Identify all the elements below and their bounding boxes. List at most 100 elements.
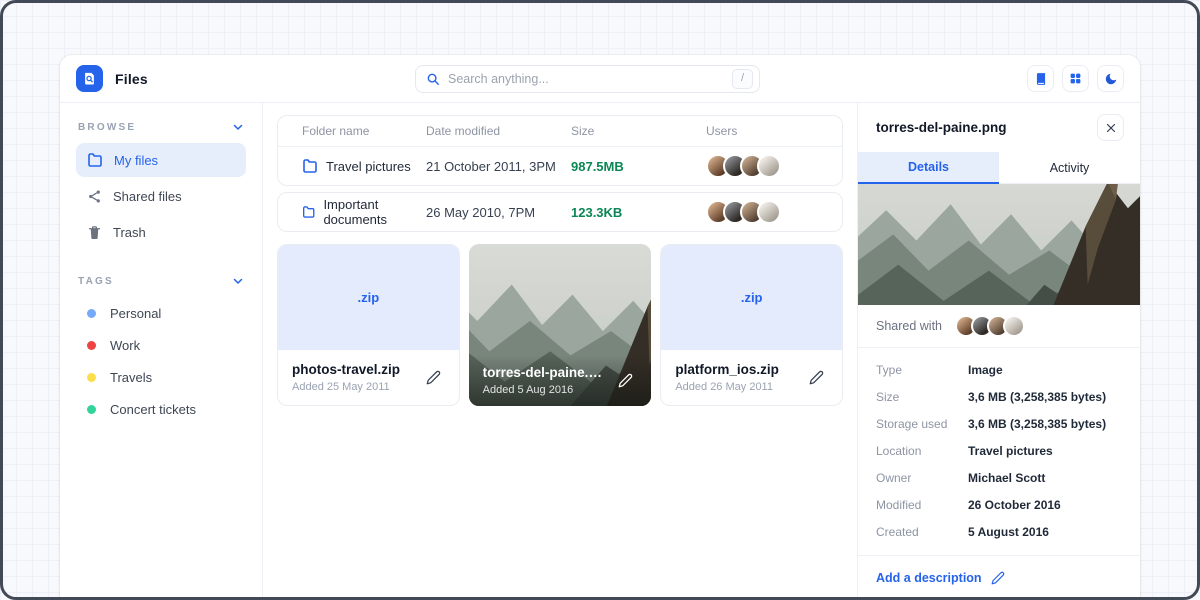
detail-row-size: Size 3,6 MB (3,258,385 bytes) [876, 383, 1122, 410]
files-app-window: Files / [60, 55, 1140, 600]
moon-icon [1104, 72, 1118, 86]
detail-value: Image [968, 363, 1122, 377]
column-header-folder-name: Folder name [302, 124, 426, 138]
sidebar-item-trash[interactable]: Trash [76, 215, 246, 249]
browse-label: BROWSE [78, 122, 136, 133]
pencil-icon [426, 370, 441, 385]
dark-mode-button[interactable] [1097, 65, 1124, 92]
details-panel-header: torres-del-paine.png [858, 103, 1140, 152]
detail-label: Type [876, 363, 968, 377]
tag-item-concert-tickets[interactable]: Concert tickets [76, 393, 246, 425]
detail-value: Travel pictures [968, 444, 1122, 458]
file-name: torres-del-paine.png [483, 365, 607, 380]
shared-with-label: Shared with [876, 319, 942, 333]
details-panel: torres-del-paine.png Details Activity Sh… [857, 103, 1140, 600]
detail-label: Owner [876, 471, 968, 485]
book-button[interactable] [1027, 65, 1054, 92]
file-name: platform_ios.zip [675, 362, 797, 377]
file-added-date: Added 5 Aug 2016 [483, 384, 607, 396]
table-row[interactable]: Important documents 26 May 2010, 7PM 123… [278, 193, 842, 231]
avatar [757, 154, 781, 178]
detail-row-created: Created 5 August 2016 [876, 518, 1122, 545]
edit-file-button[interactable] [422, 366, 445, 389]
topbar-actions [1027, 65, 1124, 92]
tags-label: TAGS [78, 276, 114, 287]
share-icon [87, 189, 102, 204]
tag-item-personal[interactable]: Personal [76, 297, 246, 329]
avatar [1003, 315, 1025, 337]
date-modified: 21 October 2011, 3PM [426, 159, 571, 174]
edit-file-button[interactable] [805, 366, 828, 389]
grid-view-button[interactable] [1062, 65, 1089, 92]
sidebar: BROWSE My files Sh [60, 103, 263, 600]
zip-preview: .zip [278, 245, 459, 350]
detail-row-type: Type Image [876, 356, 1122, 383]
tag-color-dot [87, 309, 96, 318]
edit-file-button[interactable] [614, 369, 637, 392]
tag-color-dot [87, 341, 96, 350]
file-added-date: Added 26 May 2011 [675, 381, 797, 393]
detail-row-storage-used: Storage used 3,6 MB (3,258,385 bytes) [876, 410, 1122, 437]
search-icon [426, 72, 440, 86]
tag-label: Work [110, 338, 140, 353]
main-content: Folder name Date modified Size Users Tra… [263, 103, 857, 600]
detail-value: 5 August 2016 [968, 525, 1122, 539]
table-row[interactable]: Travel pictures 21 October 2011, 3PM 987… [278, 147, 842, 185]
user-avatars [706, 200, 818, 224]
chevron-down-icon[interactable] [232, 121, 244, 133]
detail-row-location: Location Travel pictures [876, 437, 1122, 464]
file-details-list: Type Image Size 3,6 MB (3,258,385 bytes)… [858, 348, 1140, 556]
tag-color-dot [87, 373, 96, 382]
browse-section-header: BROWSE [78, 121, 244, 133]
zip-badge: .zip [357, 290, 379, 305]
tag-item-work[interactable]: Work [76, 329, 246, 361]
tab-activity[interactable]: Activity [999, 152, 1140, 184]
detail-row-modified: Modified 26 October 2016 [876, 491, 1122, 518]
folder-table: Folder name Date modified Size Users Tra… [277, 115, 843, 186]
file-card-torres-del-paine-png[interactable]: torres-del-paine.png Added 5 Aug 2016 [469, 244, 652, 406]
folder-icon [87, 152, 103, 168]
search-input[interactable] [448, 72, 724, 86]
sidebar-item-shared-files[interactable]: Shared files [76, 179, 246, 213]
sidebar-item-label: My files [114, 153, 158, 168]
detail-label: Created [876, 525, 968, 539]
detail-value: Michael Scott [968, 471, 1122, 485]
app-logo [76, 65, 103, 92]
sidebar-item-my-files[interactable]: My files [76, 143, 246, 177]
tag-label: Personal [110, 306, 161, 321]
column-header-users: Users [706, 124, 818, 138]
grid-icon [1069, 72, 1082, 85]
folder-name: Travel pictures [326, 159, 411, 174]
file-added-date: Added 25 May 2011 [292, 381, 414, 393]
file-preview-image [858, 184, 1140, 305]
search-bar[interactable]: / [415, 65, 760, 93]
book-icon [1034, 72, 1048, 86]
user-avatars [706, 154, 818, 178]
detail-label: Location [876, 444, 968, 458]
column-header-date-modified: Date modified [426, 124, 571, 138]
detail-value: 26 October 2016 [968, 498, 1122, 512]
close-panel-button[interactable] [1097, 114, 1124, 141]
detail-value: 3,6 MB (3,258,385 bytes) [968, 390, 1122, 404]
panel-tabs: Details Activity [858, 152, 1140, 184]
add-description-label: Add a description [876, 571, 982, 585]
tags-section-header: TAGS [78, 275, 244, 287]
folder-size: 123.3KB [571, 205, 706, 220]
folder-size: 987.5MB [571, 159, 706, 174]
tag-label: Concert tickets [110, 402, 196, 417]
file-name: photos-travel.zip [292, 362, 414, 377]
search-shortcut-badge: / [732, 69, 753, 88]
tag-item-travels[interactable]: Travels [76, 361, 246, 393]
tab-details[interactable]: Details [858, 152, 999, 184]
app-title: Files [115, 71, 148, 87]
tag-label: Travels [110, 370, 152, 385]
add-description-button[interactable]: Add a description [858, 556, 1140, 600]
trash-icon [87, 225, 102, 240]
file-card-photos-travel-zip[interactable]: .zip photos-travel.zip Added 25 May 2011 [277, 244, 460, 406]
sidebar-item-label: Trash [113, 225, 146, 240]
file-card-platform-ios-zip[interactable]: .zip platform_ios.zip Added 26 May 2011 [660, 244, 843, 406]
chevron-down-icon[interactable] [232, 275, 244, 287]
detail-value: 3,6 MB (3,258,385 bytes) [968, 417, 1122, 431]
detail-label: Size [876, 390, 968, 404]
detail-label: Storage used [876, 417, 968, 431]
